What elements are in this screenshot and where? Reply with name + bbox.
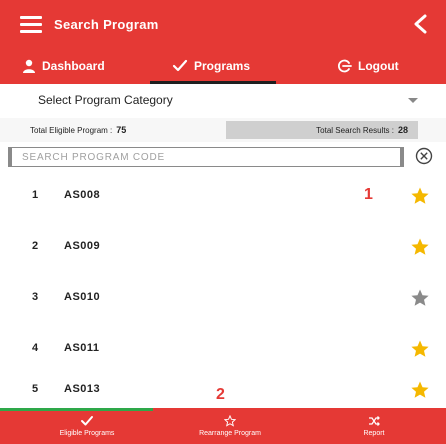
tab-rearrange-label: Rearrange Program [199, 430, 261, 437]
clear-search-icon[interactable] [414, 146, 434, 166]
page-title: Search Program [54, 16, 159, 32]
star-icon[interactable] [410, 186, 430, 206]
nav-logout[interactable]: Logout [338, 48, 399, 84]
app-header: Search Program [0, 0, 446, 48]
eligible-count-value: 75 [116, 125, 127, 135]
program-code: AS011 [64, 342, 100, 354]
nav-programs-label: Programs [194, 59, 251, 73]
tab-eligible-label: Eligible Programs [59, 430, 115, 437]
tab-rearrange-program[interactable]: Rearrange Program [160, 408, 300, 444]
program-code: AS009 [64, 240, 101, 252]
stats-bar: Total Eligible Program : 75 Total Search… [0, 118, 446, 142]
results-count-label: Total Search Results : [316, 125, 394, 135]
person-icon [23, 59, 35, 73]
nav-dashboard-label: Dashboard [42, 59, 105, 73]
item-number: 5 [32, 383, 39, 395]
tab-report-label: Report [363, 430, 385, 437]
tab-eligible-programs[interactable]: Eligible Programs [22, 408, 152, 444]
list-item[interactable]: 2 AS009 [0, 223, 446, 271]
check-icon [81, 416, 93, 426]
list-item[interactable]: 3 AS010 [0, 274, 446, 322]
item-number: 4 [32, 342, 39, 354]
logout-icon [338, 59, 352, 73]
star-icon[interactable] [410, 288, 430, 308]
nav-logout-label: Logout [358, 59, 399, 73]
dropdown-caret-icon [408, 98, 418, 103]
nav-dashboard[interactable]: Dashboard [22, 48, 105, 84]
hamburger-icon[interactable] [20, 15, 42, 33]
results-count: Total Search Results : 28 [226, 121, 418, 139]
annotation-1: 1 [364, 186, 373, 203]
back-chevron-icon[interactable] [410, 12, 430, 36]
star-icon[interactable] [410, 339, 430, 359]
category-select-label: Select Program Category [38, 93, 173, 107]
search-input[interactable] [8, 147, 404, 167]
category-select[interactable]: Select Program Category [0, 84, 446, 116]
program-code: AS008 [64, 189, 101, 201]
item-number: 3 [32, 291, 39, 303]
eligible-count-label: Total Eligible Program : [30, 125, 113, 135]
annotation-2: 2 [216, 386, 225, 403]
check-icon [172, 59, 188, 72]
bottom-tab-bar: Eligible Programs Rearrange Program Repo… [0, 408, 446, 444]
star-icon[interactable] [410, 237, 430, 257]
shuffle-icon [369, 416, 380, 426]
eligible-count: Total Eligible Program : 75 [30, 118, 126, 142]
program-code: AS013 [64, 383, 101, 395]
tab-report[interactable]: Report [326, 408, 422, 444]
star-outline-icon [224, 415, 236, 427]
nav-programs[interactable]: Programs [172, 48, 250, 84]
search-row [0, 146, 446, 168]
list-item[interactable]: 1 AS008 [0, 172, 446, 220]
program-code: AS010 [64, 291, 101, 303]
item-number: 1 [32, 189, 39, 201]
item-number: 2 [32, 240, 39, 252]
main-nav: Dashboard Programs Logout [0, 48, 446, 84]
results-count-value: 28 [397, 125, 408, 135]
star-icon[interactable] [410, 380, 430, 400]
